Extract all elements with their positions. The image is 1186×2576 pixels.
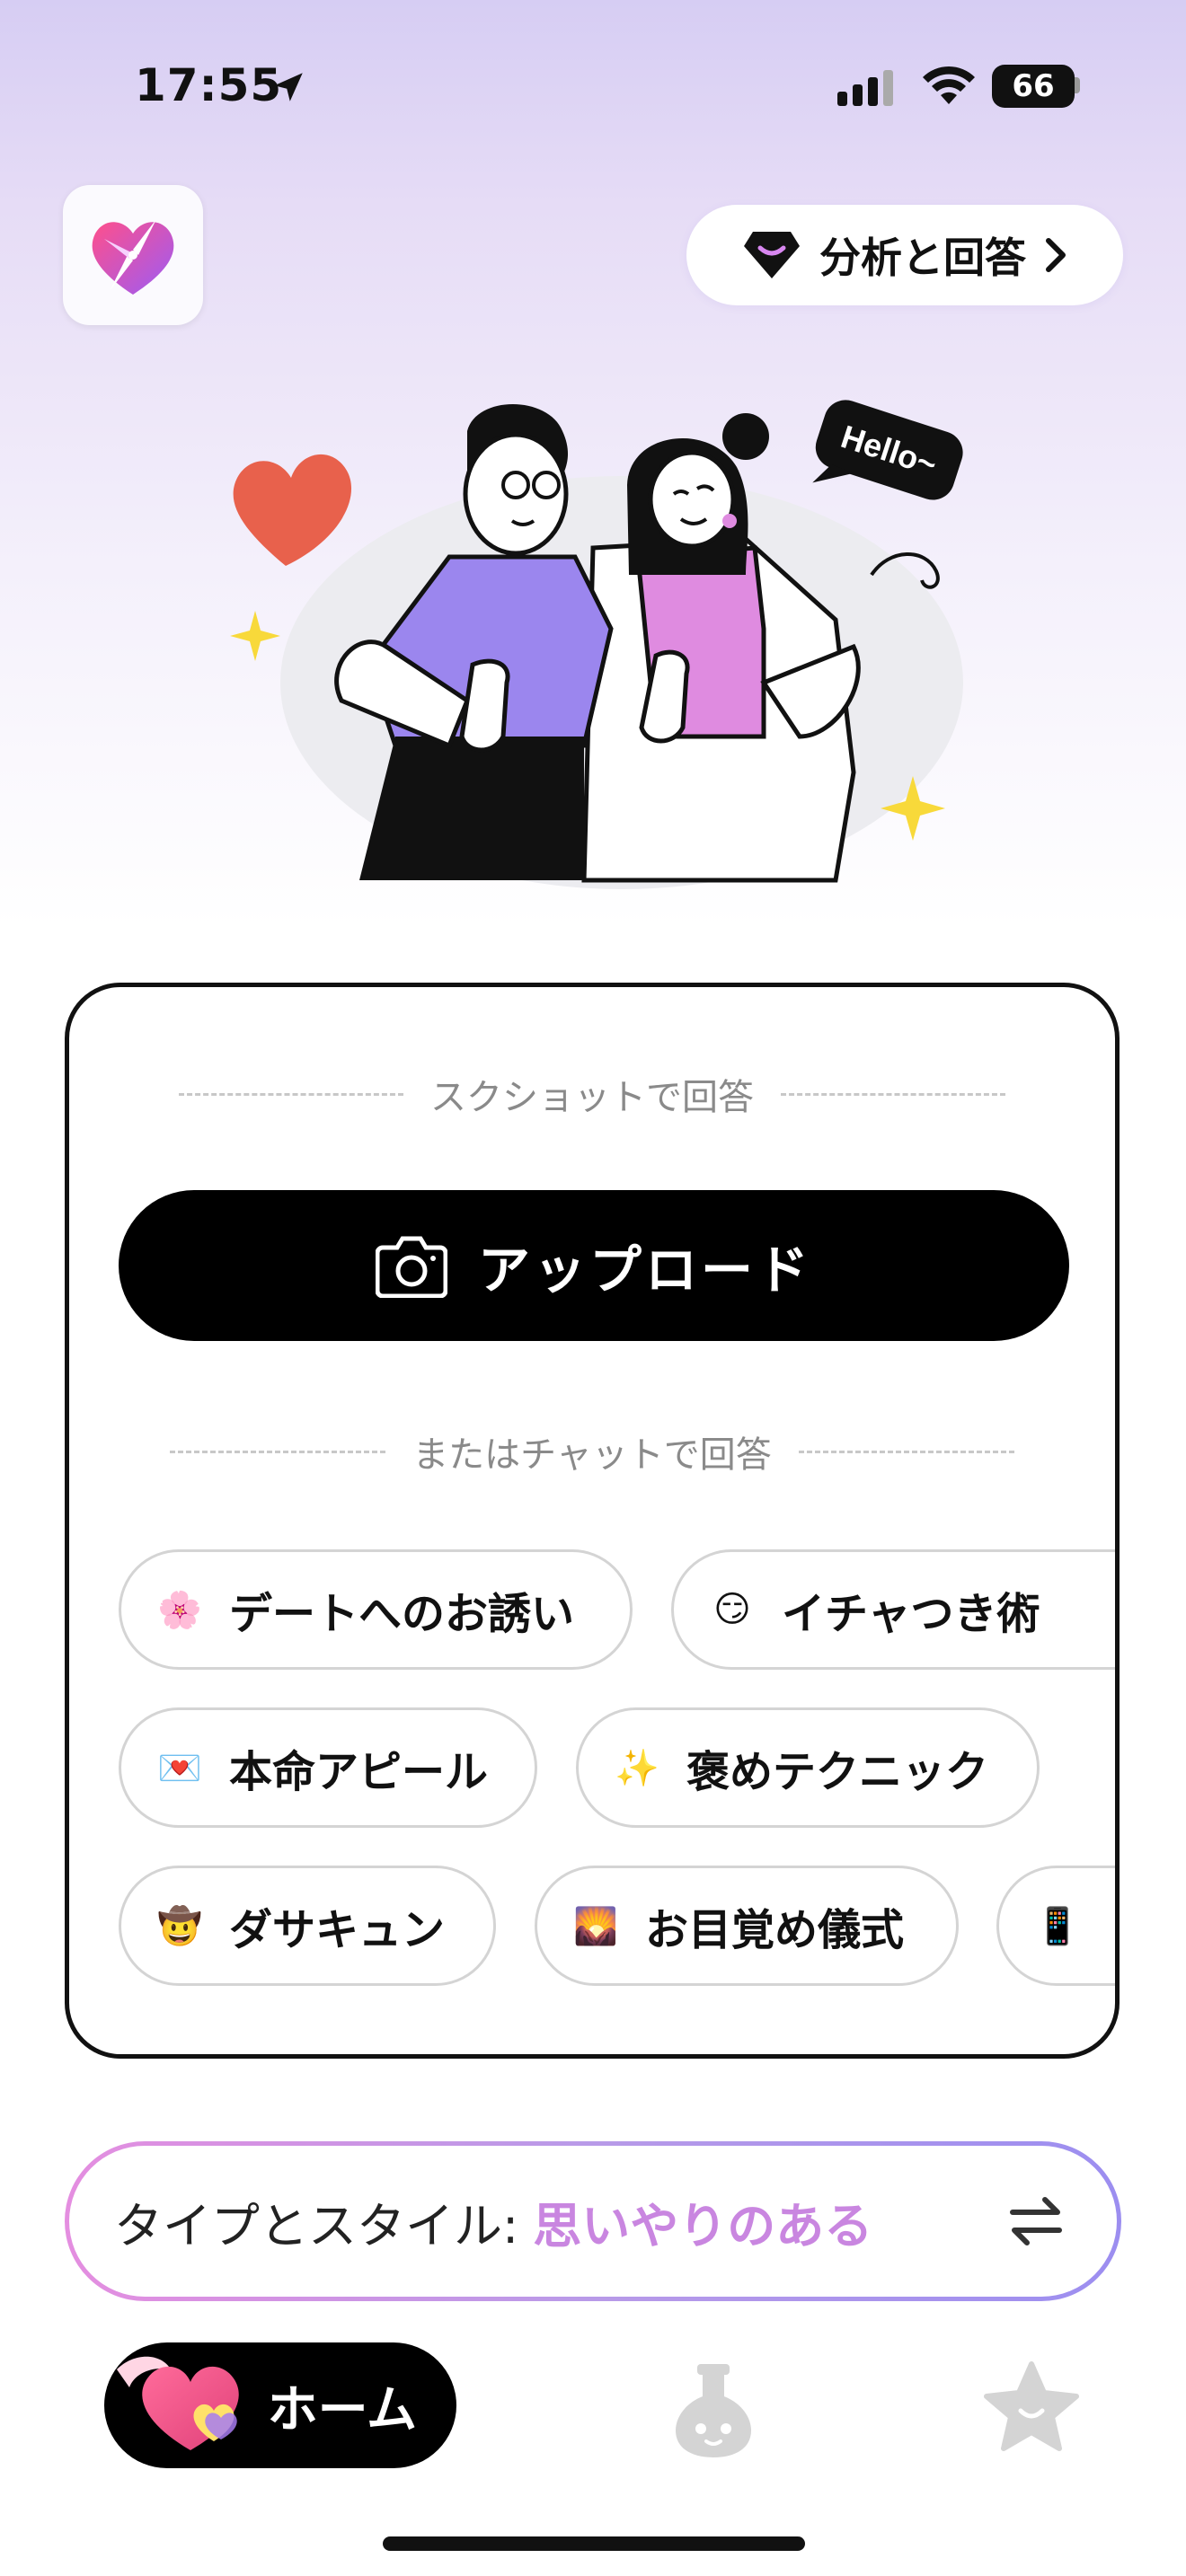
chip-label: ダサキュン <box>229 1905 446 1955</box>
analyze-label: 分析と回答 <box>819 234 1026 282</box>
app-logo[interactable] <box>63 185 203 325</box>
cellular-signal-icon <box>837 70 893 106</box>
heart-icon <box>233 454 352 566</box>
wifi-icon <box>923 66 975 104</box>
status-time: 17:55 <box>135 59 283 111</box>
chat-divider: またはチャットで回答 <box>69 1425 1115 1478</box>
analyze-and-reply-button[interactable]: 分析と回答 <box>686 205 1123 305</box>
love-letter-icon: 💌 <box>157 1747 202 1789</box>
flask-icon[interactable] <box>672 2360 755 2459</box>
chat-divider-label: またはチャットで回答 <box>412 1434 772 1476</box>
chip-dasakyun[interactable]: 🤠 ダサキュン <box>119 1866 496 1986</box>
camera-icon <box>375 1236 447 1298</box>
home-indicator <box>383 2536 805 2551</box>
battery-indicator: 66 <box>992 65 1075 108</box>
sparkle-icon <box>230 611 280 661</box>
reply-options-card: スクショットで回答 アップロード またはチャットで回答 🌸 デートへのお誘い 😏… <box>65 983 1120 2059</box>
chip-label: デートへのお誘い <box>229 1589 575 1639</box>
sparkles-icon: ✨ <box>615 1747 659 1789</box>
chip-compliment[interactable]: ✨ 褒めテクニック <box>576 1707 1040 1828</box>
chip-label: 褒めテクニック <box>686 1747 989 1797</box>
chip-flirting[interactable]: 😏 イチャつき術 <box>671 1549 1115 1670</box>
smirk-icon: 😏 <box>713 1589 751 1630</box>
diamond-icon <box>744 232 800 278</box>
star-icon[interactable] <box>983 2360 1080 2454</box>
type-style-value: 思いやりのある <box>533 2197 873 2254</box>
screenshot-divider: スクショットで回答 <box>69 1068 1115 1120</box>
type-style-label: タイプとスタイル: <box>114 2197 519 2254</box>
chip-label: お目覚め儀式 <box>645 1905 905 1955</box>
cowboy-icon: 🤠 <box>157 1905 202 1947</box>
type-style-selector[interactable]: タイプとスタイル: 思いやりのある <box>65 2141 1121 2301</box>
chip-phone[interactable]: 📱 <box>996 1866 1115 1986</box>
swap-icon[interactable] <box>1009 2185 1063 2257</box>
phone-icon: 📱 <box>1035 1905 1080 1947</box>
blossom-icon: 🌸 <box>157 1589 202 1631</box>
chip-date-invite[interactable]: 🌸 デートへのお誘い <box>119 1549 633 1670</box>
heart-compass-icon <box>92 219 174 295</box>
battery-cap <box>1075 77 1080 93</box>
screenshot-divider-label: スクショットで回答 <box>430 1077 754 1118</box>
tab-home-label: ホーム <box>267 2380 417 2439</box>
location-arrow-icon <box>274 73 303 101</box>
chip-appeal[interactable]: 💌 本命アピール <box>119 1707 537 1828</box>
chevron-right-icon <box>1046 238 1066 272</box>
speech-bubble: Hello~ <box>812 400 963 500</box>
chip-label: イチャつき術 <box>782 1589 1040 1639</box>
sunrise-icon: 🌄 <box>573 1905 618 1947</box>
couple-illustration: Hello~ <box>230 400 963 889</box>
chip-label: 本命アピール <box>229 1747 489 1797</box>
upload-label: アップロード <box>477 1239 812 1301</box>
chip-morning-ritual[interactable]: 🌄 お目覚め儀式 <box>535 1866 959 1986</box>
winged-heart-icon <box>117 2356 239 2450</box>
upload-button[interactable]: アップロード <box>119 1190 1069 1341</box>
